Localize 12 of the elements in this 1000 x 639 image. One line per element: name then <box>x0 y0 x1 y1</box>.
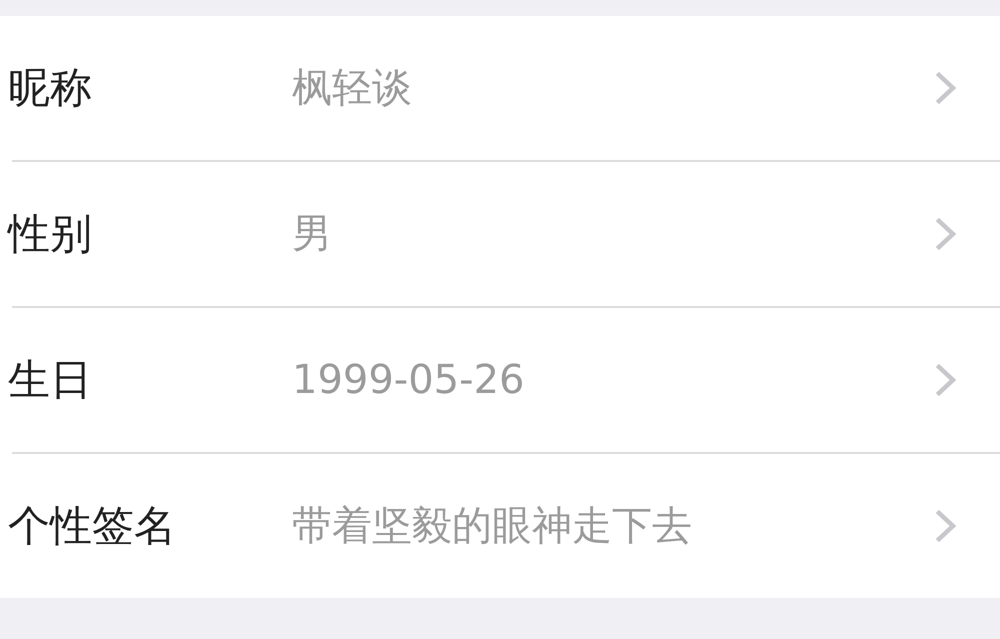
row-label: 昵称 <box>8 67 93 109</box>
row-label: 个性签名 <box>8 505 177 547</box>
chevron-right-icon <box>936 218 956 250</box>
chevron-right-icon <box>936 364 956 396</box>
row-label: 性别 <box>8 213 93 255</box>
row-value: 带着坚毅的眼神走下去 <box>292 506 693 546</box>
row-value: 1999-05-26 <box>292 360 526 400</box>
chevron-right-icon <box>936 72 956 104</box>
row-value: 男 <box>292 214 333 254</box>
row-value: 枫轻谈 <box>292 68 413 108</box>
chevron-right-icon <box>936 510 956 542</box>
row-label: 生日 <box>8 359 93 401</box>
